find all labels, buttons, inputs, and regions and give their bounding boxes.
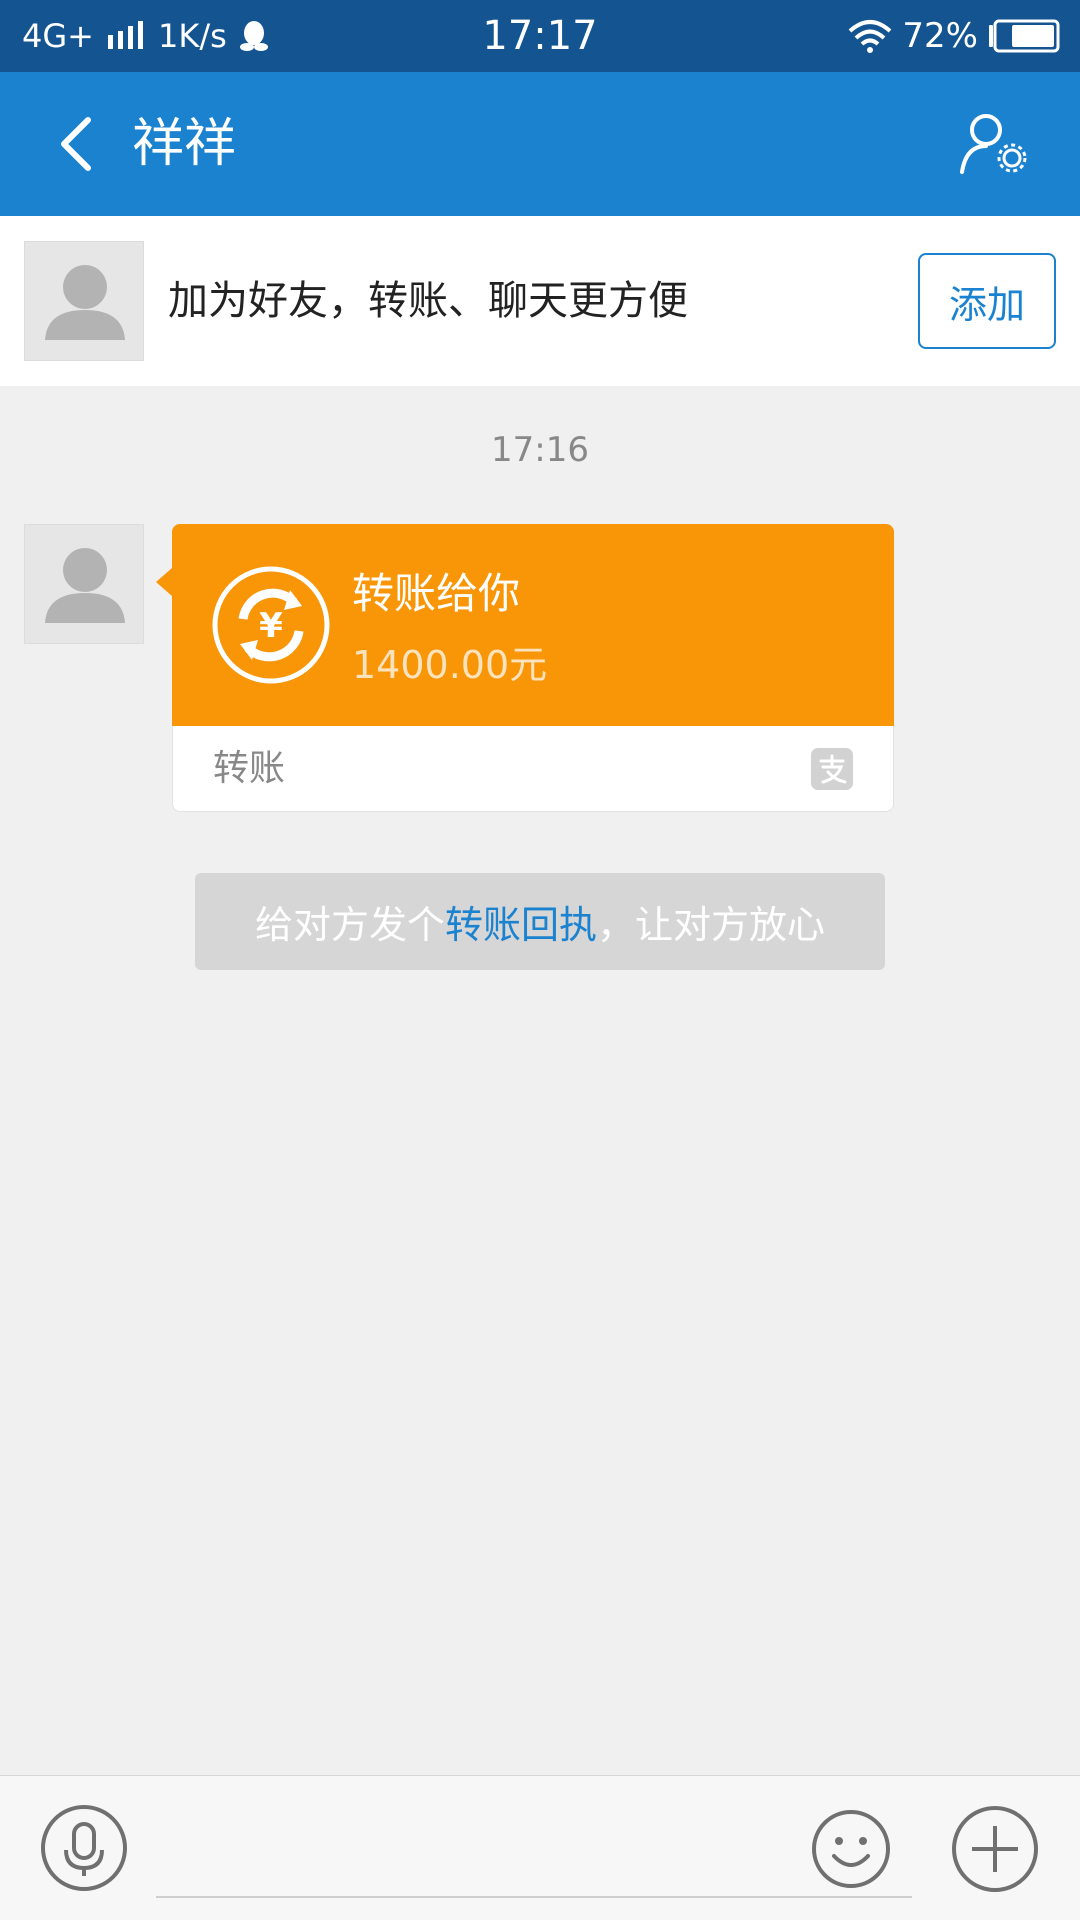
battery-percent: 72% (902, 16, 978, 56)
transfer-icon: ¥ (212, 566, 330, 684)
message-input[interactable] (156, 1806, 912, 1898)
status-bar: 4G+ 1K/s 17:17 72% (0, 0, 1080, 72)
back-button[interactable] (40, 108, 112, 180)
chat-title: 祥祥 (132, 114, 237, 174)
svg-text:¥: ¥ (259, 606, 283, 646)
sender-avatar[interactable] (24, 524, 144, 644)
receipt-tip-prefix: 给对方发个 (254, 903, 445, 947)
transfer-label: 转账 (213, 748, 286, 789)
wifi-icon (849, 20, 892, 53)
microphone-icon (41, 1805, 127, 1891)
profile-settings-icon (960, 114, 1027, 174)
plus-icon (952, 1806, 1038, 1892)
input-bar (0, 1775, 1080, 1920)
receipt-tip-suffix: ，让对方放心 (597, 903, 826, 947)
add-friend-text: 加为好友，转账、聊天更方便 (168, 278, 688, 324)
battery-icon (989, 19, 1060, 53)
transfer-card-bottom: 转账 (172, 726, 894, 812)
default-avatar-icon (45, 548, 125, 623)
emoji-button[interactable] (810, 1808, 892, 1890)
message-time: 17:16 (491, 430, 589, 470)
back-icon (61, 117, 91, 171)
emoji-icon (812, 1810, 890, 1888)
status-time: 17:17 (482, 13, 598, 59)
profile-settings-button[interactable] (956, 110, 1036, 180)
contact-avatar[interactable] (24, 241, 144, 361)
transfer-card-top: ¥ 转账给你 1400.00元 (156, 524, 894, 726)
title-bar: 祥祥 (0, 72, 1080, 216)
transfer-receipt-tip: 给对方发个 转账回执 ，让对方放心 (195, 873, 885, 970)
default-avatar-icon (45, 265, 125, 340)
alipay-icon (811, 748, 853, 790)
transfer-receipt-link[interactable]: 转账回执 (445, 894, 597, 949)
add-friend-button[interactable]: 添加 (918, 253, 1056, 349)
voice-button[interactable] (40, 1804, 128, 1892)
transfer-amount: 1400.00元 (352, 643, 548, 687)
add-friend-banner: 加为好友，转账、聊天更方便 添加 (0, 216, 1080, 386)
transfer-title: 转账给你 (352, 569, 521, 618)
transfer-card[interactable]: ¥ 转账给你 1400.00元 转账 (156, 524, 894, 812)
bubble-tail (156, 568, 172, 596)
more-button[interactable] (950, 1804, 1040, 1894)
status-right: 72% (848, 0, 1060, 72)
